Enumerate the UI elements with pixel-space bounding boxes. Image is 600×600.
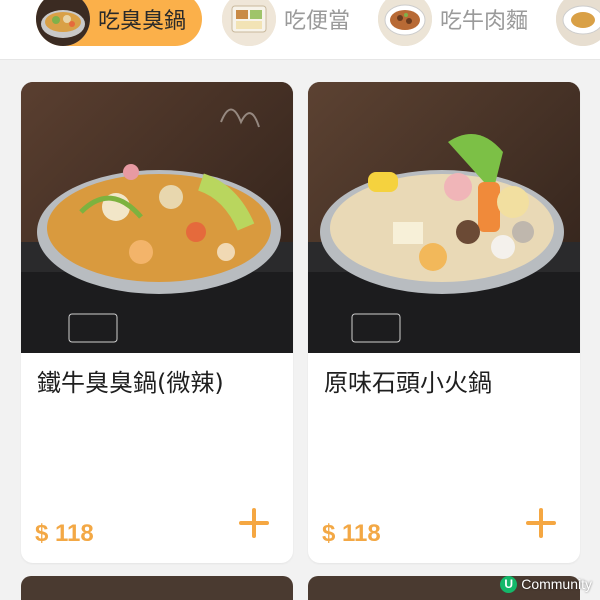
tab-more-dish[interactable]: [556, 0, 600, 46]
product-name: 鐵牛臭臭鍋(微辣): [37, 369, 224, 397]
plus-icon[interactable]: [524, 506, 558, 540]
product-name: 原味石頭小火鍋: [324, 369, 492, 397]
product-card[interactable]: 鐵牛臭臭鍋(微辣) $ 118: [21, 82, 293, 563]
tab-beef-noodle[interactable]: 吃牛肉麵: [378, 0, 528, 46]
category-tab-bar: 吃臭臭鍋 吃便當 吃牛肉麵: [0, 0, 600, 60]
plus-icon[interactable]: [237, 506, 271, 540]
community-watermark: U Community: [500, 574, 592, 594]
tab-label: 吃便當: [284, 9, 351, 34]
product-price: $ 118: [322, 520, 381, 547]
tab-label: 吃牛肉麵: [440, 9, 529, 34]
product-card[interactable]: 原味石頭小火鍋 $ 118: [308, 82, 580, 563]
u-logo-icon: U: [500, 575, 518, 593]
product-card[interactable]: [21, 576, 293, 600]
bento-thumbnail: [222, 0, 276, 46]
stinky-hotpot-thumbnail: [36, 0, 90, 46]
tab-bento[interactable]: 吃便當: [222, 0, 350, 46]
spicy-stinky-hotpot-photo: [21, 82, 293, 353]
watermark-text: Community: [521, 576, 592, 592]
original-stone-hotpot-photo: [308, 82, 580, 353]
tab-label: 吃臭臭鍋: [98, 9, 187, 34]
product-price: $ 118: [35, 520, 94, 547]
tab-stinky-hotpot[interactable]: 吃臭臭鍋: [36, 0, 203, 46]
beef-noodle-thumbnail: [378, 0, 432, 46]
dish-thumbnail: [556, 0, 600, 46]
